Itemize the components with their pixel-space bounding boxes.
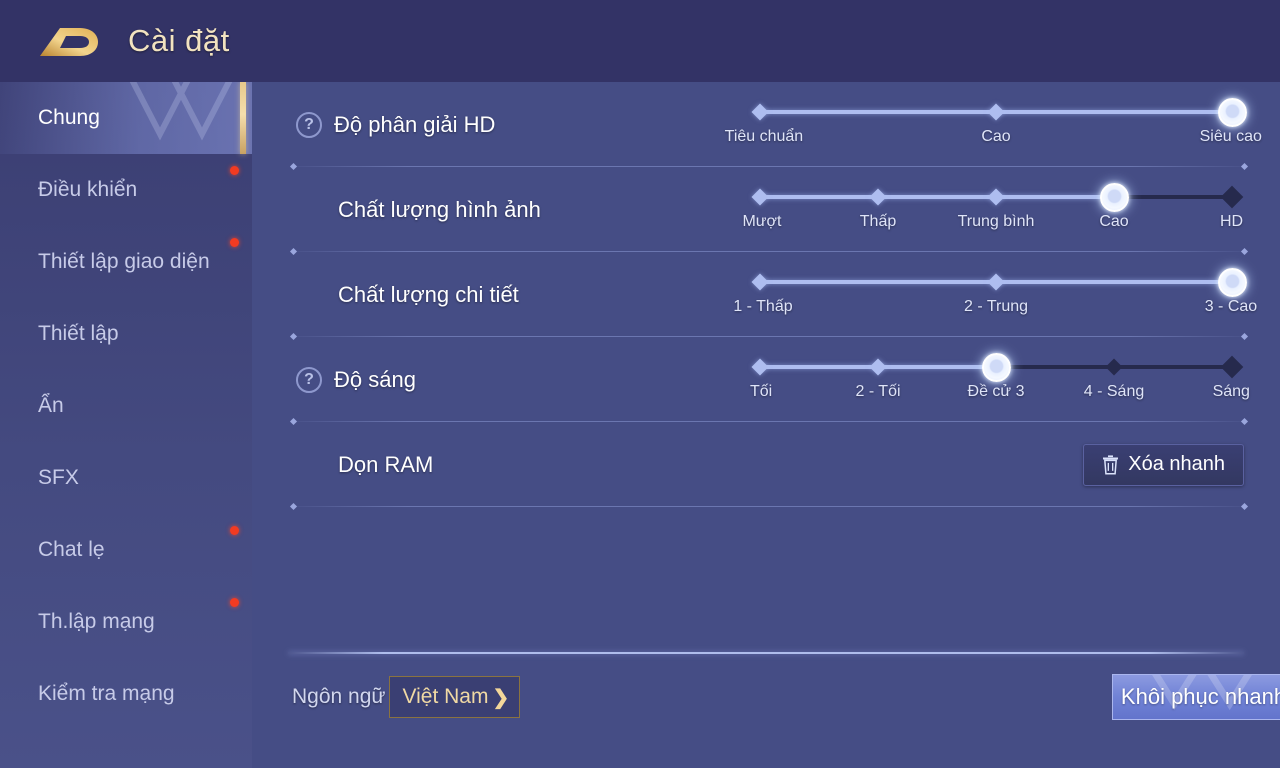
slider-option-label[interactable]: Siêu cao <box>1200 128 1262 146</box>
slider-option-label[interactable]: Trung bình <box>958 213 1035 231</box>
sidebar-item-7[interactable]: Chat lẹ <box>0 514 252 586</box>
sidebar-item-4[interactable]: Thiết lập <box>0 298 252 370</box>
notification-badge-icon <box>230 166 239 175</box>
slider-tick[interactable] <box>987 103 1005 121</box>
slider-option-label[interactable]: 4 - Sáng <box>1084 383 1144 401</box>
slider-labels: Mượt Thấp Trung bình Cao HD <box>742 213 1243 237</box>
slider-option-label[interactable]: Tiêu chuẩn <box>725 128 804 146</box>
slider-brightness[interactable]: Tối 2 - Tối Đề cử 3 4 - Sáng Sáng <box>750 351 1250 411</box>
slider-tick[interactable] <box>1105 358 1123 376</box>
slider-labels: Tối 2 - Tối Đề cử 3 4 - Sáng Sáng <box>750 383 1250 407</box>
slider-tick[interactable] <box>751 188 769 206</box>
sidebar-item-8[interactable]: Th.lập mạng <box>0 586 252 658</box>
slider-labels: 1 - Thấp 2 - Trung 3 - Cao <box>733 298 1257 322</box>
garena-d-logo-icon <box>40 28 98 56</box>
slider-option-label[interactable]: 1 - Thấp <box>733 298 792 316</box>
sidebar-item-3[interactable]: Thiết lập giao diện <box>0 226 252 298</box>
sidebar-item-label: Thiết lập giao diện <box>38 249 210 273</box>
slider-detail-quality[interactable]: 1 - Thấp 2 - Trung 3 - Cao <box>733 266 1257 326</box>
notification-badge-icon <box>230 598 239 607</box>
sidebar-item-1[interactable]: Chung <box>0 82 252 154</box>
page-title: Cài đặt <box>128 23 230 58</box>
slider-thumb[interactable] <box>981 353 1011 382</box>
slider-thumb[interactable] <box>1217 98 1247 127</box>
clear-ram-button-label: Xóa nhanh <box>1128 453 1225 475</box>
slider-option-label[interactable]: 3 - Cao <box>1205 298 1257 316</box>
language-select-button[interactable]: Việt Nam ❯ <box>389 676 521 718</box>
language-value: Việt Nam <box>402 685 489 708</box>
language-setting: Ngôn ngữ Việt Nam ❯ <box>292 676 521 718</box>
slider-tick[interactable] <box>869 188 887 206</box>
sidebar-item-2[interactable]: Điều khiển <box>0 154 252 226</box>
settings-row-brightness: ? Độ sáng Tối 2 - Tối Đề cử 3 4 - Sáng Sáng <box>252 337 1280 422</box>
setting-label: Chất lượng chi tiết <box>338 281 519 307</box>
slider-option-label[interactable]: Thấp <box>860 213 896 231</box>
slider-tick[interactable] <box>751 358 769 376</box>
notification-badge-icon <box>230 526 239 535</box>
slider-option-label[interactable]: HD <box>1220 213 1243 231</box>
sidebar-item-label: Th.lập mạng <box>38 609 155 633</box>
slider-option-label[interactable]: Cao <box>1099 213 1128 231</box>
slider-track-fill <box>760 195 1114 199</box>
sidebar-item-label: Điều khiển <box>38 177 138 201</box>
main-panel: ? Độ phân giải HD Tiêu chuẩn Cao Siêu cao Chấ… <box>252 82 1280 768</box>
setting-label: Dọn RAM <box>338 451 434 477</box>
footer-bar: Ngôn ngữ Việt Nam ❯ Khôi phục nhanh UID:… <box>252 654 1280 768</box>
slider-option-label[interactable]: 2 - Trung <box>964 298 1028 316</box>
slider-option-label[interactable]: Mượt <box>742 213 781 231</box>
settings-row-detail-quality: Chất lượng chi tiết 1 - Thấp 2 - Trung 3 - … <box>252 252 1280 337</box>
question-mark-icon[interactable]: ? <box>296 366 322 393</box>
slider-option-label[interactable]: Đề cử 3 <box>968 383 1025 401</box>
setting-label: Chất lượng hình ảnh <box>338 196 541 222</box>
slider-thumb[interactable] <box>1217 268 1247 297</box>
restore-defaults-label: Khôi phục nhanh <box>1120 684 1280 709</box>
sidebar-item-label: SFX <box>38 465 79 489</box>
slider-option-label[interactable]: Sáng <box>1213 383 1250 401</box>
row-divider <box>294 506 1244 507</box>
notification-badge-icon <box>230 238 239 247</box>
slider-thumb[interactable] <box>1099 183 1129 212</box>
slider-labels: Tiêu chuẩn Cao Siêu cao <box>725 128 1262 152</box>
slider-option-label[interactable]: Tối <box>750 383 772 401</box>
settings-rows: ? Độ phân giải HD Tiêu chuẩn Cao Siêu cao Chấ… <box>252 82 1280 507</box>
slider-option-label[interactable]: Cao <box>981 128 1010 146</box>
sidebar-item-label: Kiểm tra mạng <box>38 681 175 705</box>
settings-row-hd-resolution: ? Độ phân giải HD Tiêu chuẩn Cao Siêu cao <box>252 82 1280 167</box>
slider-option-label[interactable]: 2 - Tối <box>855 383 900 401</box>
settings-screen: Cài đặt Chung Điều khiển Thiết lập giao di… <box>0 0 1280 768</box>
header-bar: Cài đặt <box>0 0 1280 82</box>
slider-image-quality[interactable]: Mượt Thấp Trung bình Cao HD <box>742 181 1244 241</box>
slider-tick[interactable] <box>987 188 1005 206</box>
slider-tick[interactable] <box>751 103 769 121</box>
slider-tick[interactable] <box>869 358 887 376</box>
restore-defaults-button[interactable]: Khôi phục nhanh <box>1112 674 1280 720</box>
sidebar[interactable]: Chung Điều khiển Thiết lập giao diện Thiết … <box>0 82 252 768</box>
question-mark-icon[interactable]: ? <box>296 111 322 138</box>
chevron-right-icon: ❯ <box>492 686 510 709</box>
slider-tick[interactable] <box>1220 355 1244 379</box>
setting-label: Độ phân giải HD <box>334 111 496 137</box>
sidebar-item-label: Thiết lập <box>38 321 119 345</box>
sidebar-item-label: Ẩn <box>38 393 64 417</box>
slider-tick[interactable] <box>751 273 769 291</box>
language-label: Ngôn ngữ <box>292 685 386 708</box>
trash-icon <box>1103 454 1119 474</box>
sidebar-item-label: Chat lẹ <box>38 537 105 561</box>
settings-row-clear-ram: Dọn RAM Xóa nhanh <box>252 422 1280 507</box>
slider-tick[interactable] <box>1220 185 1244 209</box>
setting-label: Độ sáng <box>334 366 416 392</box>
clear-ram-button[interactable]: Xóa nhanh <box>1083 443 1244 486</box>
slider-tick[interactable] <box>987 273 1005 291</box>
sidebar-item-6[interactable]: SFX <box>0 442 252 514</box>
sidebar-item-5[interactable]: Ẩn <box>0 370 252 442</box>
sidebar-item-label: Chung <box>38 105 100 129</box>
settings-row-image-quality: Chất lượng hình ảnh Mượt Thấp Trung bình Cao… <box>252 167 1280 252</box>
slider-hd-resolution[interactable]: Tiêu chuẩn Cao Siêu cao <box>725 96 1262 156</box>
sidebar-item-9[interactable]: Kiểm tra mạng <box>0 658 252 730</box>
